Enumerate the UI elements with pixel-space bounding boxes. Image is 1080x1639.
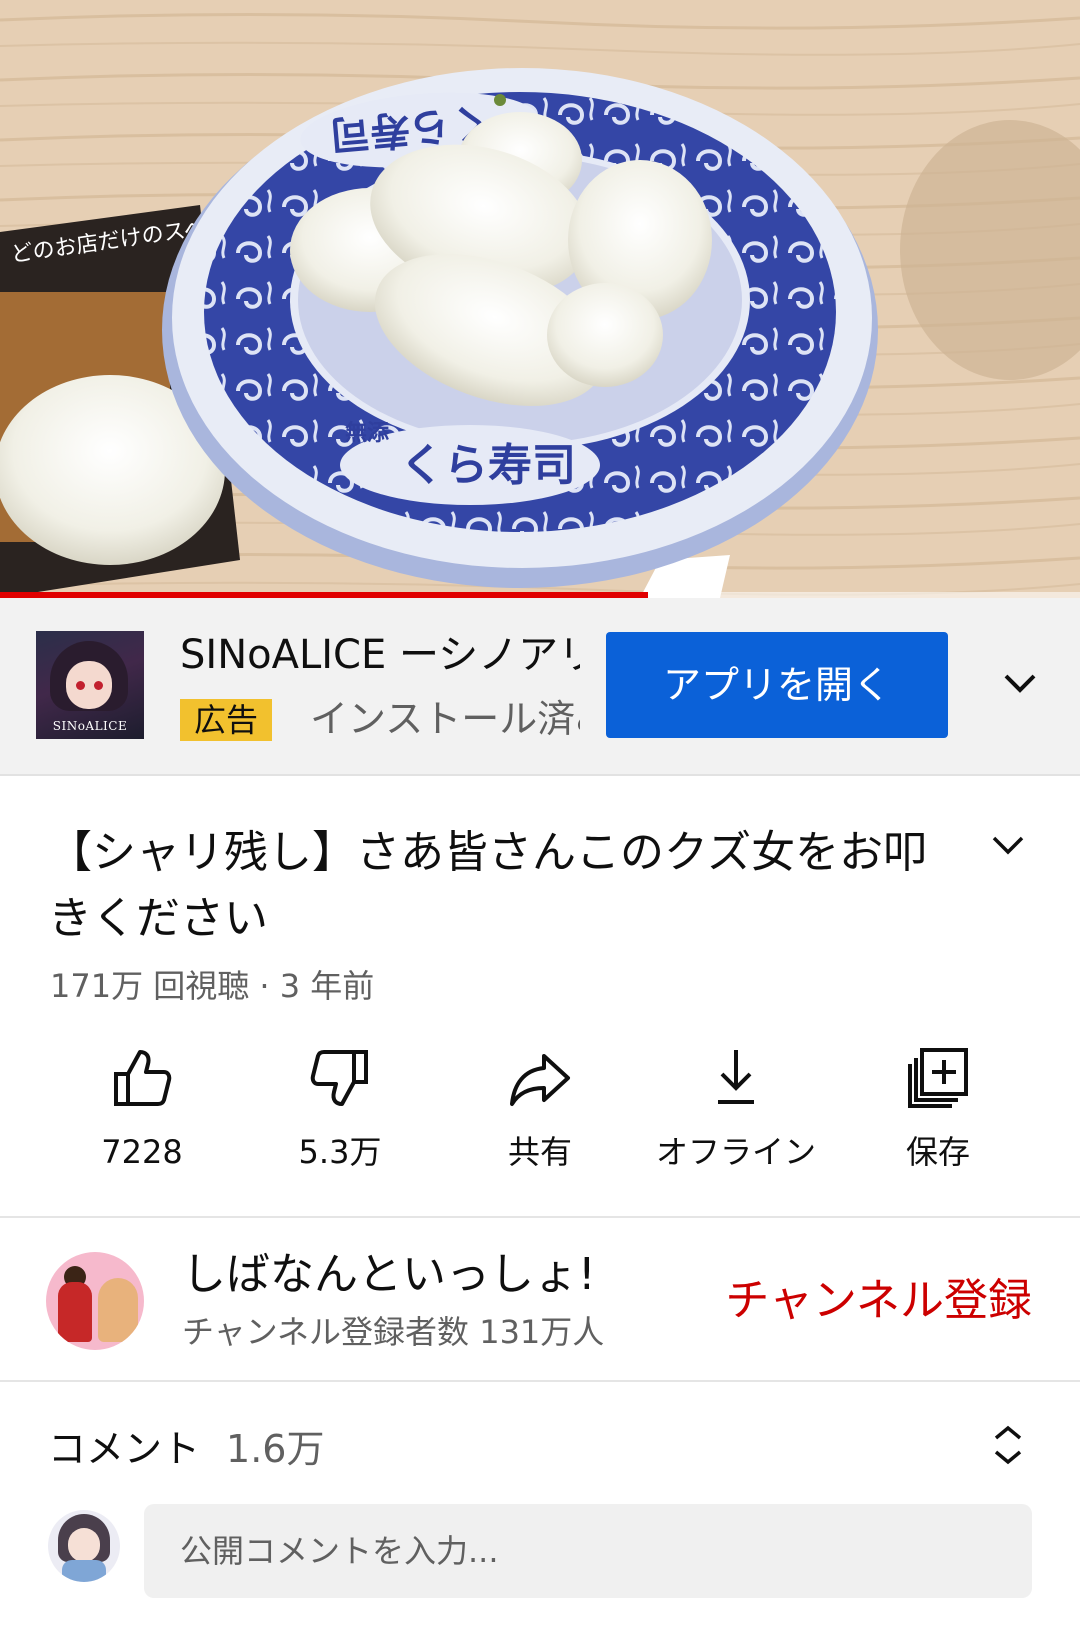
like-icon xyxy=(114,1050,172,1106)
ad-app-thumbnail[interactable]: SINoALICE xyxy=(36,631,144,739)
comments-section[interactable]: コメント 1.6万 xyxy=(0,1382,1080,1639)
download-icon xyxy=(718,1050,754,1104)
thumb-eye-left xyxy=(76,681,85,690)
share-button[interactable]: 共有 xyxy=(440,1046,640,1196)
ad-title[interactable]: SINoALICE ーシノアリスー xyxy=(180,630,580,680)
channel-avatar[interactable] xyxy=(46,1252,144,1350)
view-count-and-date: 171万 回視聴 · 3 年前 xyxy=(50,967,375,1005)
comment-input[interactable] xyxy=(144,1504,1032,1598)
user-avatar-body xyxy=(62,1560,106,1582)
dislike-button[interactable]: 5.3万 xyxy=(240,1046,440,1196)
thumb-eye-right xyxy=(94,681,103,690)
thumb-face xyxy=(66,661,112,709)
avatar-person-body xyxy=(58,1282,92,1342)
video-title[interactable]: 【シャリ残し】さあ皆さんこのクズ女をお叩きください xyxy=(48,820,948,952)
expand-description-icon[interactable] xyxy=(988,830,1028,860)
ad-thumb-label: SINoALICE xyxy=(52,719,128,733)
download-label: オフライン xyxy=(655,1133,816,1171)
comments-label: コメント xyxy=(48,1427,201,1471)
chevron-down-icon[interactable] xyxy=(1000,668,1040,698)
plate-brand-text: くら寿司 xyxy=(400,440,576,491)
share-label: 共有 xyxy=(507,1133,572,1171)
video-info: 【シャリ残し】さあ皆さんこのクズ女をお叩きください 171万 回視聴 · 3 年… xyxy=(0,776,1080,1216)
comments-header: コメント 1.6万 xyxy=(48,1424,324,1474)
share-icon xyxy=(510,1054,570,1106)
like-button[interactable]: 7228 xyxy=(42,1046,242,1196)
save-button[interactable]: 保存 xyxy=(838,1046,1038,1196)
dislike-count: 5.3万 xyxy=(298,1133,382,1171)
subscribe-button[interactable]: チャンネル登録 xyxy=(725,1274,1032,1328)
video-frame: どのお店だけのスペシャル味わえる! くら寿司 無添 くら寿司 xyxy=(0,0,1080,598)
like-count: 7228 xyxy=(101,1133,183,1171)
channel-row[interactable]: しばなんといっしょ! チャンネル登録者数 131万人 チャンネル登録 xyxy=(0,1218,1080,1380)
user-avatar xyxy=(48,1510,120,1582)
save-to-playlist-icon xyxy=(908,1048,968,1108)
plate-small-text: 無添 xyxy=(345,420,390,446)
ad-subtitle: インストール済み xyxy=(310,697,580,741)
save-label: 保存 xyxy=(905,1133,970,1171)
action-bar: 7228 5.3万 共有 オフライン 保存 xyxy=(0,1046,1080,1206)
channel-name[interactable]: しばなんといっしょ! xyxy=(182,1248,596,1302)
video-player[interactable]: どのお店だけのスペシャル味わえる! くら寿司 無添 くら寿司 xyxy=(0,0,1080,598)
open-app-button[interactable]: アプリを開く xyxy=(606,632,948,738)
download-button[interactable]: オフライン xyxy=(636,1046,836,1196)
user-avatar-face xyxy=(68,1528,100,1562)
avatar-dog xyxy=(98,1278,138,1342)
subscriber-count: チャンネル登録者数 131万人 xyxy=(182,1313,605,1351)
unfold-icon[interactable] xyxy=(990,1422,1026,1468)
youtube-watch-page: どのお店だけのスペシャル味わえる! くら寿司 無添 くら寿司 SINoALICE… xyxy=(0,0,1080,1639)
dislike-icon xyxy=(310,1050,368,1106)
comments-count: 1.6万 xyxy=(226,1427,325,1471)
promoted-app-banner[interactable]: SINoALICE SINoALICE ーシノアリスー 広告 インストール済み … xyxy=(0,598,1080,776)
ad-badge: 広告 xyxy=(180,699,273,741)
